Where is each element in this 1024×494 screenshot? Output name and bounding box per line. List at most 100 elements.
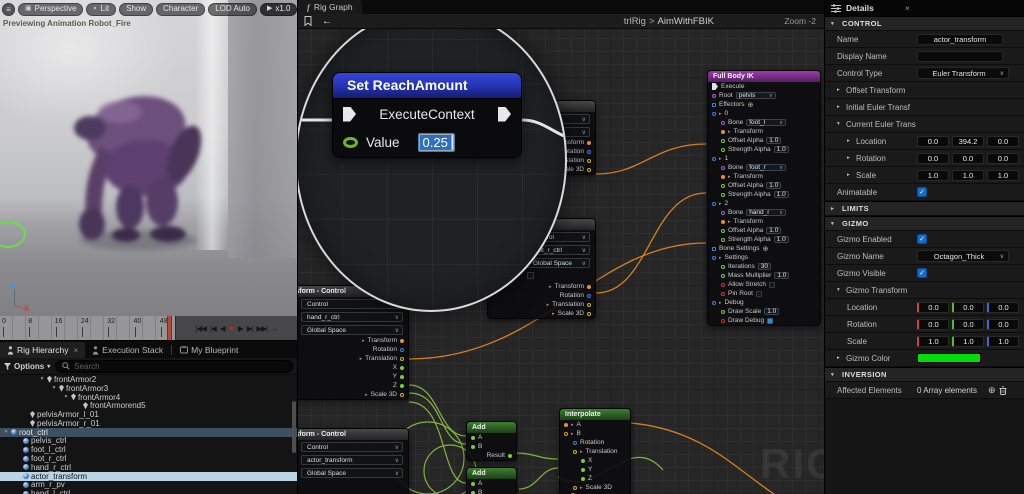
pin-icon[interactable] — [587, 150, 591, 154]
tab-close-icon[interactable]: × — [74, 346, 79, 355]
pin-icon[interactable] — [471, 482, 475, 486]
pin-icon[interactable] — [400, 375, 404, 379]
pin-icon[interactable] — [581, 477, 585, 481]
node-pin-row[interactable]: ▸ Offset Alpha 1.0 ⊕ — [708, 181, 820, 190]
pin-icon[interactable] — [581, 459, 585, 463]
scale-x-input[interactable]: 1.0 — [917, 170, 949, 181]
tree-item[interactable]: ▾ pelvisArmor_l_01 — [0, 410, 297, 419]
step-back[interactable]: |◀ — [210, 324, 216, 333]
node-pin-row[interactable]: ▸ Transform ⊕ — [708, 217, 820, 226]
node-output-row[interactable]: ▸ Rotation — [297, 345, 408, 354]
expander-icon[interactable]: ▸ — [719, 201, 722, 207]
node-add-1[interactable]: Add A B Result — [466, 421, 517, 461]
to-end[interactable]: ▶▶| — [256, 324, 266, 333]
node-pin-row[interactable]: ▸ Settings ⊕ — [708, 253, 820, 262]
trash-icon[interactable] — [999, 386, 1007, 395]
node-pin-row[interactable]: ▸ Scale 3D — [560, 483, 630, 492]
node-pin-row[interactable]: ▸ Root pelvis ⊕ — [708, 91, 820, 100]
node-get-transform-actor[interactable]: Get Transform - Control Type Control Nam… — [297, 428, 409, 494]
tab-rig-hierarchy[interactable]: Rig Hierarchy × — [0, 342, 85, 358]
pin-icon[interactable] — [587, 294, 591, 298]
pin-icon[interactable] — [400, 357, 404, 361]
node-add-2[interactable]: Add A B — [466, 467, 517, 494]
pin-icon[interactable] — [712, 301, 716, 305]
node-set-reachamount[interactable]: Set ReachAmount ExecuteContext Value 0.2… — [332, 72, 522, 158]
pin-icon[interactable] — [564, 432, 568, 436]
play-reverse[interactable]: ◀ — [220, 324, 225, 333]
node-pin-row[interactable]: ▸ Strength Alpha 1.0 ⊕ — [708, 145, 820, 154]
loop[interactable]: → — [271, 324, 278, 333]
record[interactable]: ● — [229, 323, 234, 333]
node-pin-row[interactable]: ▸ Draw Debug ⊕ — [708, 316, 820, 325]
expander-icon[interactable]: ▸ — [728, 219, 731, 225]
gizmo-enabled-checkbox[interactable]: ✓ — [917, 234, 927, 244]
checkbox[interactable] — [767, 318, 773, 324]
gizmo-scale-z-input[interactable]: 1.0 — [987, 336, 1019, 347]
node-pin-row[interactable]: ▸ Strength Alpha 1.0 ⊕ — [708, 235, 820, 244]
search-box[interactable] — [55, 360, 293, 373]
node-output-row[interactable]: ▸ X — [297, 363, 408, 372]
node-pin-row[interactable]: ▸ Iterations 30 ⊕ — [708, 262, 820, 271]
location-x-input[interactable]: 0.0 — [917, 136, 949, 147]
expand-arrow-icon[interactable]: ▾ — [3, 429, 9, 435]
search-input[interactable] — [74, 362, 286, 371]
pin-icon[interactable] — [721, 166, 725, 170]
gizmo-location-x-input[interactable]: 0.0 — [917, 302, 949, 313]
lit-button[interactable]: ◐ Lit — [86, 3, 116, 16]
value-input[interactable]: 0.25 — [418, 133, 455, 152]
node-pin-row[interactable]: ▸ X — [560, 456, 630, 465]
node-pin-row[interactable]: ▸ 0 ⊕ — [708, 109, 820, 118]
robot-character[interactable] — [38, 52, 228, 262]
rotation-z-input[interactable]: 0.0 — [987, 153, 1019, 164]
node-pin-row[interactable]: B — [467, 442, 516, 451]
pin-icon[interactable] — [400, 366, 404, 370]
pin-icon[interactable] — [712, 247, 716, 251]
pin-icon[interactable] — [721, 265, 725, 269]
tree-item[interactable]: ▾ foot_r_ctrl — [0, 454, 297, 463]
pin-icon[interactable] — [471, 445, 475, 449]
tree-item[interactable]: ▾ foot_l_ctrl — [0, 445, 297, 454]
node-dropdown-row[interactable]: Space Global Space — [297, 323, 408, 336]
pin-icon[interactable] — [721, 283, 725, 287]
tree-item[interactable]: ▾ frontArmor3 — [0, 384, 297, 393]
pin-icon[interactable] — [587, 312, 591, 316]
node-pin-row[interactable]: ▸ Mass Multiplier 1.0 ⊕ — [708, 271, 820, 280]
show-button[interactable]: Show — [119, 3, 153, 16]
node-pin-row[interactable]: ▸ Transform ⊕ — [708, 172, 820, 181]
animatable-checkbox[interactable]: ✓ — [917, 187, 927, 197]
expander-icon[interactable]: ▸ — [719, 300, 722, 306]
add-element-icon[interactable]: ⊕ — [988, 385, 996, 396]
gizmo-visible-checkbox[interactable]: ✓ — [917, 268, 927, 278]
node-output-row[interactable]: ▸ Scale 3D — [488, 309, 595, 318]
node-pin-row[interactable]: ▸ Bone foot_r ⊕ — [708, 163, 820, 172]
expand-arrow-icon[interactable]: ▾ — [51, 385, 57, 391]
value-pin-icon[interactable] — [343, 137, 358, 148]
node-pin-row[interactable]: ▸ Translation — [560, 447, 630, 456]
pin-icon[interactable] — [712, 202, 716, 206]
node-dropdown-row[interactable]: Name hand_r_ctrl — [297, 310, 408, 323]
tab-details[interactable]: Details — [846, 3, 874, 13]
node-pin-row[interactable]: ▸ Offset Alpha 1.0 ⊕ — [708, 136, 820, 145]
node-pin-row[interactable]: ▸ Transform ⊕ — [708, 127, 820, 136]
pin-icon[interactable] — [712, 112, 716, 116]
pin-icon[interactable] — [581, 468, 585, 472]
gizmo-color-swatch[interactable] — [917, 353, 981, 363]
section-control[interactable]: ▾CONTROL — [825, 16, 1024, 31]
checkbox[interactable] — [769, 282, 775, 288]
lod-auto-button[interactable]: LOD Auto — [208, 3, 257, 16]
node-pin-row[interactable]: ▸ Strength Alpha 1.0 ⊕ — [708, 190, 820, 199]
timeline-ruler[interactable]: 0 8 16 24 32 40 48 — [0, 316, 176, 340]
expander-icon[interactable]: ▸ — [728, 174, 731, 180]
pin-icon[interactable] — [400, 348, 404, 352]
location-z-input[interactable]: 0.0 — [987, 136, 1019, 147]
tree-item[interactable]: ▾ root_ctrl — [0, 428, 297, 437]
tab-execution-stack[interactable]: Execution Stack — [85, 342, 170, 358]
pin-icon[interactable] — [400, 339, 404, 343]
pin-icon[interactable] — [564, 423, 568, 427]
section-gizmo[interactable]: ▾GIZMO — [825, 216, 1024, 231]
node-pin-row[interactable]: B — [467, 488, 516, 494]
display-name-input[interactable] — [917, 51, 1003, 62]
tree-item[interactable]: ▾ arm_r_pv — [0, 481, 297, 490]
pin-icon[interactable] — [573, 441, 577, 445]
pin-icon[interactable] — [721, 193, 725, 197]
